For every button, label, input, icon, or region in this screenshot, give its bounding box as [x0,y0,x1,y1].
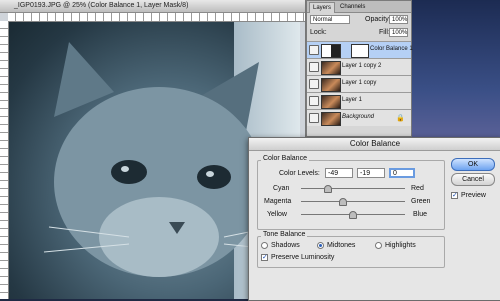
radio-highlights-label: Highlights [385,242,416,249]
layer-thumbnail [321,95,341,109]
slider-knob-magenta-green[interactable] [339,198,348,206]
radio-shadows-label: Shadows [271,242,300,249]
cancel-button[interactable]: Cancel [451,173,495,186]
level-yellow-blue-field[interactable]: 0 [389,168,415,178]
color-balance-group-label: Color Balance [261,155,309,162]
visibility-eye-icon[interactable] [309,113,319,123]
slider-right-label-blue: Blue [413,211,428,218]
tab-channels[interactable]: Channels [337,2,368,12]
tab-layers[interactable]: Layers [309,2,336,13]
radio-midtones[interactable] [317,242,324,249]
slider-knob-yellow-blue[interactable] [349,211,357,219]
lock-row: Lock: Fill: 100% [307,27,411,38]
right-eye-highlight [206,171,214,177]
preview-label: Preview [461,192,486,199]
left-ruler [0,21,9,299]
layer-mask-thumbnail[interactable] [351,44,369,58]
layer-background[interactable]: Background 🔒 [307,109,411,126]
layer-layer1-copy2[interactable]: Layer 1 copy 2 [307,58,411,75]
preview-checkbox[interactable]: ✓ [451,192,458,199]
tone-balance-group-label: Tone Balance [261,231,308,238]
visibility-eye-icon[interactable] [309,79,319,89]
dialog-title[interactable]: Color Balance [249,138,500,151]
adjustment-icon [321,44,341,58]
layer-color-balance[interactable]: Color Balance 1 [307,41,413,58]
layer-name: Layer 1 copy [342,80,377,86]
visibility-eye-icon[interactable] [309,45,319,55]
opacity-field[interactable]: 100% [389,15,408,24]
radio-highlights[interactable] [375,242,382,249]
opacity-label: Opacity: [365,16,391,23]
slider-left-label-yellow: Yellow [267,211,287,218]
cat-right-eye [197,165,231,189]
document-title: _IGP0193.JPG @ 25% (Color Balance 1, Lay… [14,2,189,9]
cat-muzzle [99,197,219,277]
preserve-luminosity-label: Preserve Luminosity [271,254,335,261]
slider-right-label-green: Green [411,198,431,205]
visibility-eye-icon[interactable] [309,62,319,72]
lock-label: Lock: [310,29,327,36]
slider-right-label-red: Red [411,185,424,192]
left-eye-highlight [121,166,129,172]
color-balance-dialog: Color Balance Color Balance Color Levels… [248,137,500,301]
slider-track-cyan-red[interactable] [301,188,405,189]
slider-left-label-cyan: Cyan [273,185,290,192]
layer-layer1-copy[interactable]: Layer 1 copy [307,75,411,92]
layer-name: Layer 1 copy 2 [342,63,382,69]
fill-field[interactable]: 100% [389,28,408,37]
layer-thumbnail [321,61,341,75]
color-levels-label: Color Levels: [279,170,320,177]
slider-knob-cyan-red[interactable] [323,185,332,193]
layers-panel-tabs: Layers Channels [307,1,411,13]
radio-shadows[interactable] [261,242,268,249]
preserve-luminosity-checkbox[interactable]: ✓ [261,254,268,261]
blend-row: Normal Opacity: 100% [307,14,411,25]
level-magenta-green-field[interactable]: -19 [357,168,385,178]
layer-layer1[interactable]: Layer 1 [307,92,411,109]
lock-icon: 🔒 [396,115,405,122]
layer-name: Layer 1 [342,97,363,103]
layer-name: Color Balance 1 [370,46,413,52]
visibility-eye-icon[interactable] [309,96,319,106]
layers-panel: Layers Channels Normal Opacity: 100% Loc… [306,0,413,137]
layer-thumbnail [321,78,341,92]
layer-name: Background [342,114,375,120]
document-title-bar[interactable]: _IGP0193.JPG @ 25% (Color Balance 1, Lay… [0,0,305,13]
level-cyan-red-field[interactable]: -49 [325,168,353,178]
tone-balance-group [257,236,445,268]
blend-mode-select[interactable]: Normal [310,15,350,24]
slider-track-magenta-green[interactable] [301,201,405,202]
ok-button[interactable]: OK [451,158,495,171]
radio-midtones-label: Midtones [327,242,356,249]
cat-left-eye [111,160,147,184]
layer-thumbnail [321,112,341,126]
top-ruler [8,13,305,22]
slider-left-label-magenta: Magenta [264,198,292,205]
